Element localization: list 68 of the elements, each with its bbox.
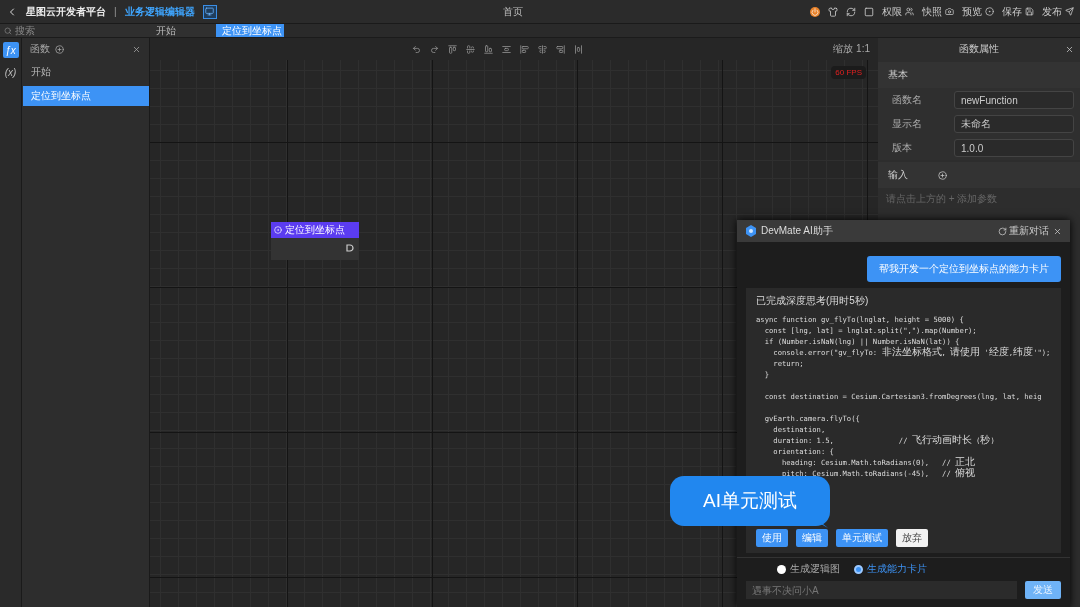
- editor-tab[interactable]: 开始: [150, 24, 216, 37]
- save-icon: [1025, 7, 1034, 16]
- undo-icon[interactable]: [412, 44, 421, 54]
- toolbar-action[interactable]: 保存: [1002, 4, 1034, 19]
- section-header[interactable]: 输入: [878, 162, 1080, 188]
- node-title: 定位到坐标点: [285, 223, 345, 237]
- text-field[interactable]: 1.0.0: [954, 139, 1074, 157]
- distribute-vertical-icon[interactable]: [502, 44, 511, 54]
- chat-input[interactable]: 遇事不决问小A: [746, 581, 1017, 599]
- node-icon: [274, 226, 282, 234]
- camera-icon: [945, 7, 954, 16]
- mode-radio[interactable]: 生成逻辑图: [777, 562, 840, 576]
- field-label: 显示名: [892, 117, 923, 131]
- editor-title: 业务逻辑编辑器: [124, 4, 195, 19]
- refresh-icon[interactable]: [846, 6, 856, 17]
- toolbar-action[interactable]: 发布: [1042, 4, 1074, 19]
- section-header[interactable]: 基本: [878, 62, 1080, 88]
- add-icon[interactable]: [938, 170, 947, 180]
- square-icon[interactable]: [864, 6, 874, 17]
- send-icon: [1065, 7, 1074, 16]
- output-port-icon: [346, 244, 354, 252]
- shirt-icon[interactable]: [828, 6, 838, 17]
- callout-bubble: AI单元测试: [670, 476, 830, 526]
- close-icon: [132, 44, 141, 54]
- distribute-horizontal-icon[interactable]: [574, 44, 583, 54]
- user-message: 帮我开发一个定位到坐标点的能力卡片: [867, 256, 1061, 282]
- radio-dot[interactable]: [854, 564, 863, 574]
- action-button[interactable]: 放弃: [896, 529, 928, 547]
- function-item[interactable]: 开始: [23, 62, 149, 82]
- text-field[interactable]: 未命名: [954, 115, 1074, 133]
- preview-icon: [985, 7, 994, 16]
- chat-title: DevMate AI助手: [761, 224, 833, 238]
- restart-button[interactable]: 重新对话: [998, 224, 1049, 238]
- add-icon: [55, 44, 64, 54]
- field-label: 函数名: [892, 93, 923, 107]
- title-separator: |: [114, 6, 117, 17]
- align-center-icon[interactable]: [538, 44, 547, 54]
- users-icon: [905, 7, 914, 16]
- search-field[interactable]: 搜索: [0, 24, 150, 37]
- thinking-status: 已完成深度思考(用时5秒): [756, 294, 870, 308]
- toolbar-action[interactable]: 权限: [882, 4, 914, 19]
- radio-dot[interactable]: [777, 564, 786, 574]
- align-bottom-icon[interactable]: [484, 44, 493, 54]
- mode-radio[interactable]: 生成能力卡片: [854, 562, 927, 576]
- function-node[interactable]: 定位到坐标点: [271, 222, 359, 260]
- close-icon[interactable]: [1065, 44, 1074, 54]
- fps-badge: 60 FPS: [831, 66, 866, 79]
- field-label: 版本: [892, 141, 913, 155]
- refresh-icon: [998, 226, 1007, 236]
- page-title: 首页: [503, 5, 524, 17]
- platform-title: 星图云开发者平台: [26, 4, 106, 19]
- text-field[interactable]: newFunction: [954, 91, 1074, 109]
- search-icon: [4, 26, 12, 35]
- toolbar-action[interactable]: 快照: [922, 4, 954, 19]
- monitor-button[interactable]: [202, 4, 217, 19]
- align-left-icon[interactable]: [520, 44, 529, 54]
- panel-title: 函数: [30, 42, 50, 56]
- align-right-icon[interactable]: [556, 44, 565, 54]
- align-top-icon[interactable]: [448, 44, 457, 54]
- align-middle-icon[interactable]: [466, 44, 475, 54]
- panel-title: 函数属性: [959, 42, 999, 56]
- redo-icon[interactable]: [430, 44, 439, 54]
- rail-button[interactable]: (x): [2, 64, 19, 80]
- zoom-label: 缩放 1:1: [833, 42, 870, 56]
- logo-icon: [745, 225, 757, 237]
- close-icon[interactable]: [1053, 226, 1062, 236]
- power-icon[interactable]: [810, 6, 820, 17]
- toolbar-action[interactable]: 预览: [962, 4, 994, 19]
